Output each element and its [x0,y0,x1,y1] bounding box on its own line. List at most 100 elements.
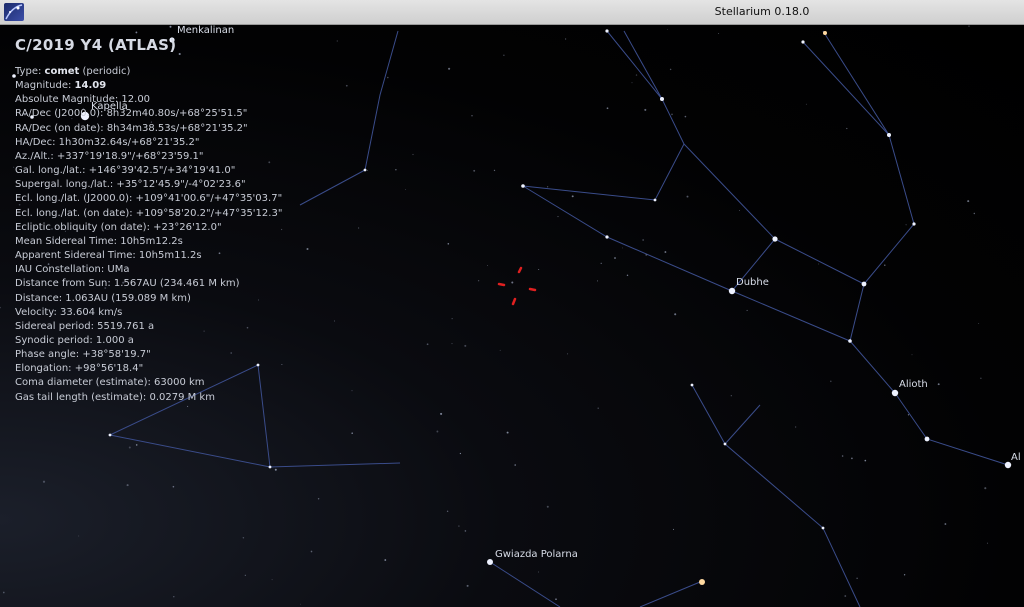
faint-star [968,25,970,27]
faint-star [645,253,648,256]
info-line: Ecliptic obliquity (on date): +23°26'12.… [15,221,222,233]
faint-star [830,380,832,383]
faint-star [306,247,309,251]
faint-star [506,431,509,434]
faint-star [78,535,80,537]
faint-star [471,115,473,117]
faint-star [2,591,5,594]
info-line: Apparent Sidereal Time: 10h5m11.2s [15,250,202,262]
faint-star [503,54,505,56]
faint-star [271,579,273,581]
faint-star [538,269,540,270]
info-line: RA/Dec (on date): 8h34m38.53s/+68°21'35.… [15,122,248,134]
faint-star [451,318,453,320]
faint-star [458,525,460,527]
faint-star [0,306,1,309]
faint-star [187,405,189,407]
faint-star [738,210,740,212]
selection-marker-icon [497,266,537,306]
info-line: Az./Alt.: +337°19'18.9"/+68°23'59.1" [15,150,204,162]
info-line: Distance: 1.063AU (159.089 M km) [15,292,191,304]
faint-star [487,265,489,266]
faint-star [557,216,559,218]
info-magnitude-label: Magnitude: [15,80,75,92]
faint-star [555,598,557,601]
faint-star [984,487,987,490]
info-line: Mean Sidereal Time: 10h5m12.2s [15,235,183,247]
faint-star [730,395,732,397]
faint-star [384,559,387,561]
faint-star [937,383,940,386]
star[interactable] [108,433,112,437]
star[interactable] [924,436,930,442]
faint-star [864,459,867,462]
info-line: Gal. long./lat.: +146°39'42.5"/+34°19'41… [15,165,236,177]
faint-star [671,113,673,116]
sky-view[interactable]: Menkalinan Kapella Dubhe Alioth Al Gwiaz… [0,25,1024,607]
faint-star [907,414,910,416]
faint-star [242,537,245,539]
info-line: Coma diameter (estimate): 63000 km [15,377,205,389]
star-dubhe[interactable] [728,287,736,295]
faint-star [366,169,369,171]
star-label-alkaid: Al [1011,452,1021,463]
star[interactable] [772,236,778,242]
star-label-dubhe: Dubhe [736,277,769,288]
star-warm[interactable] [699,579,705,585]
faint-star [412,153,414,156]
faint-star [126,484,129,487]
faint-star [447,243,450,245]
faint-star [571,195,574,198]
star[interactable] [821,526,825,530]
star[interactable] [848,339,852,343]
faint-star [310,550,313,553]
faint-star [672,528,675,530]
info-line: Elongation: +98°56'18.4" [15,363,144,375]
star[interactable] [912,222,916,226]
faint-star [644,108,647,111]
info-line: Ecl. long./lat. (J2000.0): +109°41'00.6"… [15,193,283,205]
faint-star [597,407,599,410]
faint-star [626,274,629,277]
star[interactable] [801,40,805,44]
faint-star [440,412,443,415]
faint-star [600,262,602,264]
faint-star [684,115,687,118]
star-alioth[interactable] [891,389,899,397]
info-magnitude: Magnitude: 14.09 [15,79,282,93]
star[interactable] [723,442,727,446]
window-titlebar[interactable]: Stellarium 0.18.0 [0,0,1024,25]
star[interactable] [521,184,525,188]
faint-star [818,263,820,265]
faint-star [606,107,609,110]
faint-star [448,67,451,70]
object-title: C/2019 Y4 (ATLAS) [15,36,177,54]
star-polaris[interactable] [487,559,493,565]
star[interactable] [690,383,694,387]
faint-star [135,31,138,34]
star[interactable] [605,29,609,33]
info-line: Absolute Magnitude: 12.00 [15,94,151,106]
info-line: Phase angle: +38°58'19.7" [15,349,151,361]
star[interactable] [660,97,664,101]
star[interactable] [363,168,367,172]
faint-star [135,444,138,446]
window-title: Stellarium 0.18.0 [714,5,810,18]
star[interactable] [605,235,609,239]
faint-star [967,200,970,203]
star[interactable] [861,281,867,287]
faint-star [944,523,947,525]
faint-star [686,195,689,198]
star[interactable] [887,133,891,137]
info-line: Sidereal period: 5519.761 a [15,320,155,332]
info-lines: Absolute Magnitude: 12.00 RA/Dec (J2000.0… [15,93,282,404]
star[interactable] [653,198,657,202]
faint-star [173,595,175,598]
star-warm[interactable] [823,31,827,35]
faint-star [911,354,913,356]
faint-star [980,377,982,379]
faint-star [459,452,462,455]
faint-star [436,430,439,433]
faint-star [426,343,429,346]
star[interactable] [268,465,272,469]
